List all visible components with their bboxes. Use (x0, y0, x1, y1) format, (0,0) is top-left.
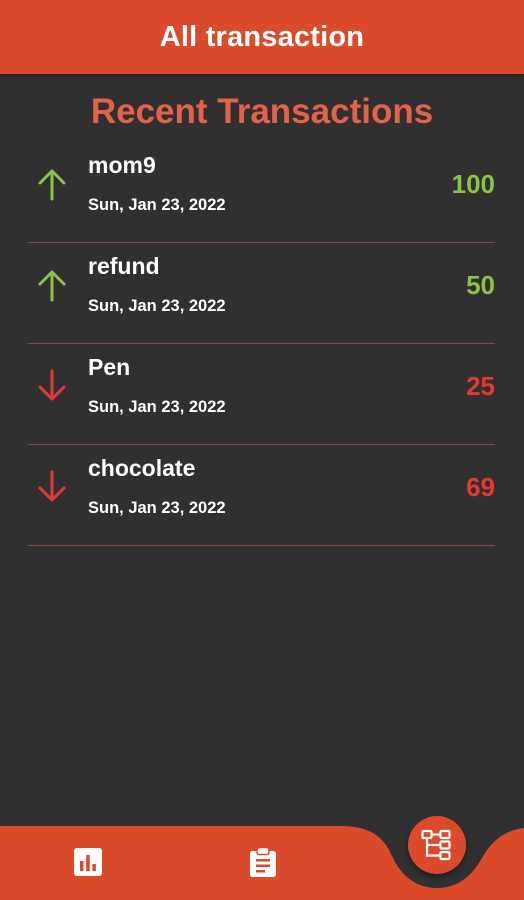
arrow-down-icon (38, 470, 66, 502)
section-title: Recent Transactions (90, 92, 434, 131)
transaction-name: chocolate (88, 455, 196, 481)
transaction-name: mom9 (88, 152, 156, 178)
fab-button[interactable] (408, 816, 466, 874)
transaction-amount: 50 (466, 270, 495, 300)
bar-chart-icon[interactable] (72, 846, 104, 878)
app-bar-title: All transaction (159, 20, 365, 53)
arrow-down-icon (38, 369, 66, 401)
transaction-name: Pen (88, 354, 131, 380)
transaction-amount: 25 (466, 371, 495, 401)
transaction-row[interactable]: chocolate Sun, Jan 23, 2022 69 (28, 445, 495, 546)
transaction-amount: 69 (466, 472, 495, 502)
transaction-date: Sun, Jan 23, 2022 (88, 196, 226, 214)
hierarchy-icon (421, 829, 451, 861)
transaction-name: refund (88, 253, 160, 279)
transaction-amount: 100 (451, 169, 495, 199)
arrow-up-icon (38, 169, 66, 201)
transaction-row[interactable]: refund Sun, Jan 23, 2022 50 (28, 243, 495, 344)
arrow-up-icon (38, 270, 66, 302)
transaction-date: Sun, Jan 23, 2022 (88, 297, 226, 315)
transaction-list: mom9 Sun, Jan 23, 2022 100 refund Sun, J… (28, 142, 495, 546)
transaction-row[interactable]: Pen Sun, Jan 23, 2022 25 (28, 344, 495, 445)
transaction-row[interactable]: mom9 Sun, Jan 23, 2022 100 (28, 142, 495, 243)
clipboard-icon[interactable] (247, 846, 279, 878)
transaction-date: Sun, Jan 23, 2022 (88, 499, 226, 517)
app-bar: All transaction (0, 0, 524, 74)
transaction-date: Sun, Jan 23, 2022 (88, 398, 226, 416)
